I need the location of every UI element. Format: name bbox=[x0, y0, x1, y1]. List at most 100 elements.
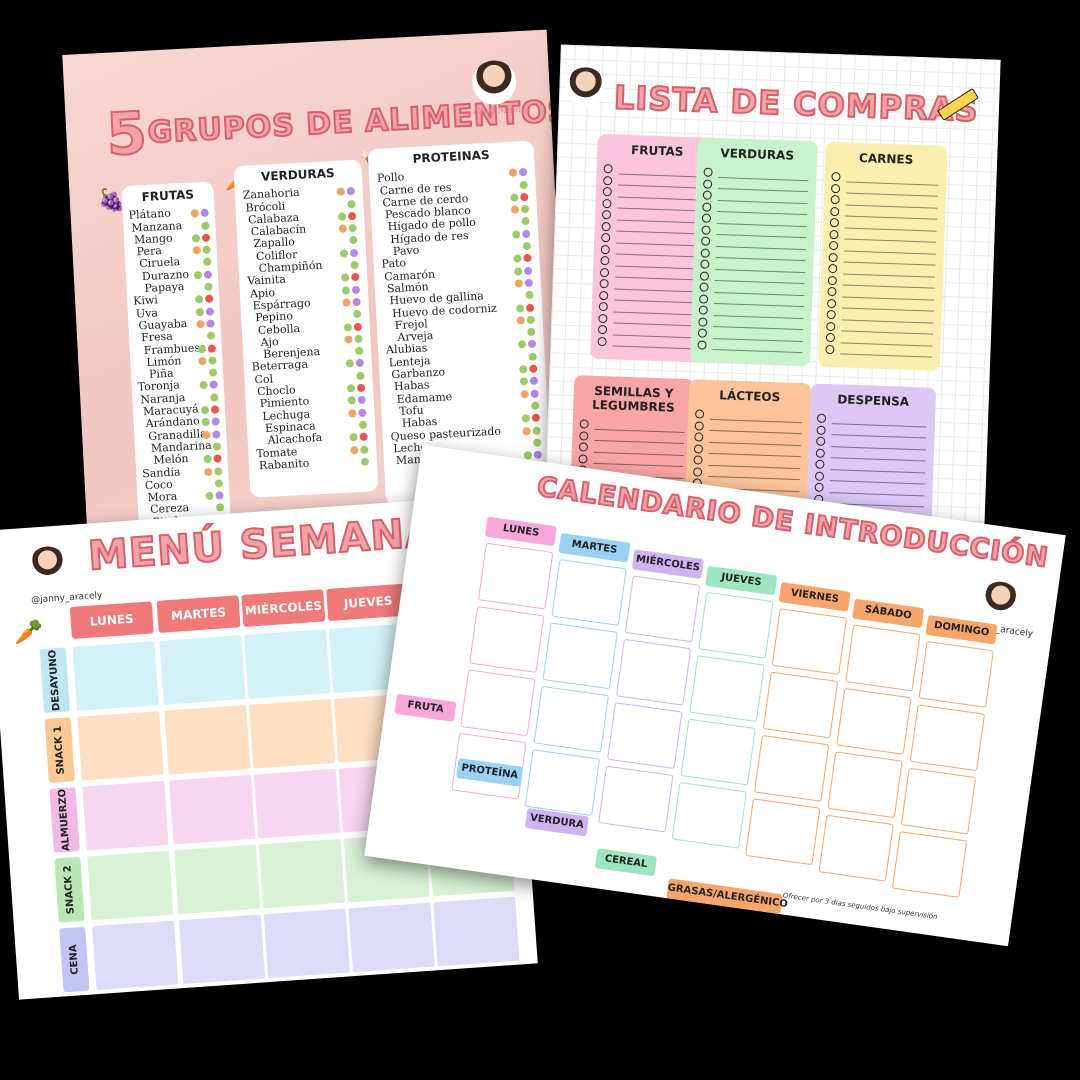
category-dot bbox=[199, 381, 208, 390]
category-dot bbox=[200, 208, 209, 218]
category-dot bbox=[195, 295, 204, 304]
calendar-cell[interactable] bbox=[533, 685, 610, 753]
calendar-day-header: LUNES bbox=[484, 516, 558, 547]
category-dot bbox=[203, 455, 212, 464]
shopping-box-label: VERDURAS bbox=[720, 146, 795, 163]
calendar-cell[interactable] bbox=[900, 767, 977, 835]
category-dot bbox=[532, 426, 541, 435]
calendar-cell[interactable] bbox=[818, 814, 894, 882]
avatar bbox=[564, 66, 607, 109]
food-type-tag: CEREAL bbox=[594, 848, 658, 877]
menu-cell[interactable] bbox=[77, 711, 164, 781]
calendar-cell[interactable] bbox=[598, 765, 674, 833]
calendar-cell[interactable] bbox=[607, 702, 683, 770]
calendar-cell[interactable] bbox=[909, 704, 986, 772]
calendar-day-header: VIERNES bbox=[778, 582, 851, 612]
category-dot bbox=[521, 414, 531, 423]
category-dot bbox=[215, 491, 224, 500]
calendar-cell[interactable] bbox=[624, 575, 701, 643]
calendar-cell[interactable] bbox=[753, 734, 830, 802]
calendar-cell[interactable] bbox=[744, 798, 821, 866]
category-dot bbox=[351, 273, 360, 282]
category-dot bbox=[350, 260, 359, 270]
calendar-cell[interactable] bbox=[615, 638, 692, 706]
category-dot bbox=[517, 340, 527, 350]
checkbox-line[interactable] bbox=[712, 338, 803, 354]
calendar-cell[interactable] bbox=[891, 831, 968, 898]
avatar bbox=[978, 579, 1022, 623]
vegetables-column: VERDURAS Zanahoria Brócoli Calabaza Calabac… bbox=[233, 159, 379, 498]
meal-label: CENA bbox=[59, 926, 90, 993]
category-dot bbox=[204, 467, 213, 476]
category-dot bbox=[355, 359, 364, 368]
carrot-broccoli-icon: 🥕 bbox=[12, 617, 45, 648]
calendar-cell[interactable] bbox=[477, 542, 554, 610]
calendar-cell[interactable] bbox=[469, 606, 545, 673]
menu-cell[interactable] bbox=[258, 838, 346, 909]
menu-cell[interactable] bbox=[173, 844, 261, 915]
category-dot bbox=[208, 356, 217, 365]
menu-cell[interactable] bbox=[178, 914, 266, 985]
checkbox-line[interactable] bbox=[612, 334, 703, 350]
category-dot bbox=[520, 205, 530, 214]
category-dot bbox=[209, 380, 218, 390]
vegetables-list: Zanahoria Brócoli Calabaza Calabacín Zapallo… bbox=[243, 184, 370, 472]
calendar-cell[interactable] bbox=[845, 624, 921, 692]
calendar-cell[interactable] bbox=[689, 655, 765, 723]
calendar-day-header: JUEVES bbox=[705, 565, 778, 596]
calendar-note: Ofrecer por 3 días seguidos bajo supervi… bbox=[782, 891, 939, 922]
category-dot bbox=[508, 168, 518, 178]
menu-cell[interactable] bbox=[159, 635, 246, 705]
calendar-cell[interactable] bbox=[918, 640, 994, 708]
menu-cell[interactable] bbox=[249, 699, 336, 769]
category-dot bbox=[525, 290, 534, 300]
category-dot bbox=[520, 192, 529, 202]
category-dot bbox=[195, 307, 205, 317]
calendar-cell[interactable] bbox=[671, 781, 747, 849]
calendar-cell[interactable] bbox=[542, 622, 618, 690]
calendar-cell[interactable] bbox=[524, 749, 601, 817]
category-dot bbox=[211, 417, 220, 427]
category-dot bbox=[522, 229, 531, 238]
calendar-cell[interactable] bbox=[771, 608, 848, 676]
category-dot bbox=[349, 433, 358, 442]
category-dot bbox=[190, 209, 199, 218]
category-dot bbox=[530, 389, 539, 398]
menu-cell[interactable] bbox=[72, 641, 159, 711]
category-dot bbox=[360, 445, 369, 454]
menu-cell[interactable] bbox=[433, 896, 520, 967]
category-dot bbox=[522, 426, 531, 435]
shopping-box-label: CARNES bbox=[858, 150, 914, 167]
menu-cell[interactable] bbox=[244, 629, 331, 699]
menu-cell[interactable] bbox=[263, 908, 350, 979]
calendar-cell[interactable] bbox=[836, 687, 912, 755]
calendar-cell[interactable] bbox=[762, 671, 839, 739]
meal-label: SNACK 2 bbox=[54, 856, 85, 923]
calendar-cell[interactable] bbox=[827, 751, 903, 819]
menu-cell[interactable] bbox=[92, 920, 179, 991]
category-dot bbox=[341, 285, 351, 295]
menu-cell[interactable] bbox=[164, 705, 251, 775]
calendar-cell[interactable] bbox=[680, 718, 756, 786]
food-type-tag: FRUTA bbox=[394, 693, 457, 722]
menu-cell[interactable] bbox=[169, 774, 256, 845]
meal-label-text: ALMUERZO bbox=[56, 788, 73, 852]
menu-cell[interactable] bbox=[87, 850, 174, 921]
category-dot bbox=[353, 322, 363, 331]
category-dot bbox=[359, 432, 368, 442]
menu-cell[interactable] bbox=[82, 780, 169, 851]
shopping-boxes: FRUTAS VERDURAS CARNES SEMILLAS Y LEGUMBRES… bbox=[561, 44, 1001, 563]
category-dot bbox=[191, 233, 201, 243]
checkbox-line[interactable] bbox=[840, 342, 933, 358]
calendar-cell[interactable] bbox=[551, 559, 627, 626]
menu-cell[interactable] bbox=[348, 902, 435, 973]
calendar-cell[interactable] bbox=[698, 591, 774, 659]
category-dot bbox=[348, 408, 357, 418]
category-dot bbox=[358, 420, 368, 429]
category-dot bbox=[203, 258, 212, 267]
menu-cell[interactable] bbox=[253, 768, 341, 839]
calendar-cell[interactable] bbox=[460, 669, 536, 737]
calendar-day-header: MARTES bbox=[558, 533, 631, 563]
allergen-dots bbox=[359, 456, 370, 469]
meal-label-text: SNACK 1 bbox=[52, 725, 67, 775]
